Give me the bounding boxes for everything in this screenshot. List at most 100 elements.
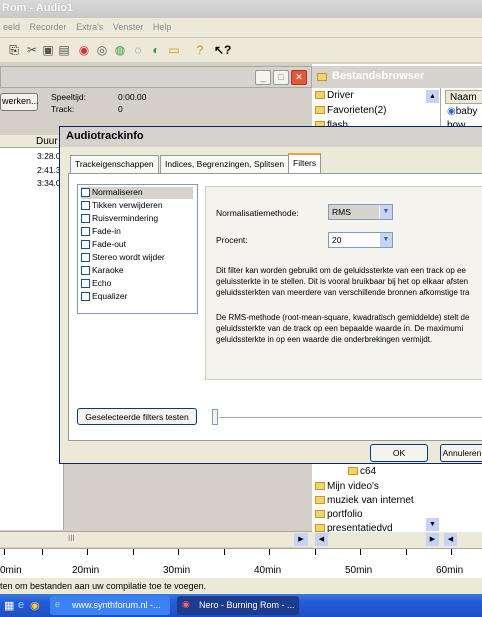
taskbar-item-browser[interactable]: e www.synthforum.nl -... (50, 596, 170, 615)
burn-icon[interactable]: ◉ (76, 42, 92, 58)
checkbox[interactable] (81, 240, 90, 249)
audio-track-info-dialog: Audiotrackinfo Trackeigenschappen Indice… (59, 126, 482, 464)
filter-item-fade-out[interactable]: Fade-out (81, 239, 126, 251)
track-value: 0 (118, 104, 123, 114)
chevron-down-icon[interactable]: ▼ (379, 233, 392, 247)
checkbox[interactable] (81, 214, 90, 223)
preview-slider[interactable] (209, 409, 482, 427)
description-line: Dit filter kan worden gebruikt om de gel… (216, 266, 466, 275)
track-duration[interactable]: 3:34.0 (37, 178, 61, 188)
toolbar: ⎘ ✂ ▣ ▤ ◉ ◎ ◍ ◌ ◐ ▭ ? ↖? (0, 38, 482, 62)
browser-icon: e (55, 599, 61, 609)
file-item[interactable]: ◉baby (447, 106, 477, 117)
context-help-icon[interactable]: ↖? (214, 42, 231, 58)
edit-button[interactable]: werken... (0, 93, 39, 111)
filter-item-equalizer[interactable]: Equalizer (81, 291, 127, 303)
description-line: geluidssterkte in op een waarde die onde… (216, 335, 433, 344)
tree-item[interactable]: c64 (348, 466, 376, 477)
checkbox[interactable] (81, 227, 90, 236)
scroll-up-icon[interactable]: ▲ (426, 90, 439, 103)
tree-item[interactable]: Favorieten(2) (315, 105, 386, 116)
slider-track (219, 417, 482, 418)
checkbox[interactable] (81, 292, 90, 301)
test-filters-button[interactable]: Geselecteerde filters testen (77, 408, 197, 425)
ok-button[interactable]: OK (370, 444, 428, 462)
filter-list: Normaliseren Tikken verwijderen Ruisverm… (77, 184, 198, 314)
menu-item-window[interactable]: Venster (110, 18, 148, 32)
disc-copy-icon[interactable]: ◌ (130, 42, 146, 58)
tab-track-properties[interactable]: Trackeigenschappen (70, 155, 159, 173)
checkbox[interactable] (81, 253, 90, 262)
scroll-down-icon[interactable]: ▼ (426, 518, 439, 531)
menu-item-view[interactable]: eeld (0, 18, 24, 32)
disc-info-icon[interactable]: ◍ (112, 42, 128, 58)
ruler-label: 20min (72, 565, 100, 576)
file-browser-title: Bestandsbrowser (332, 70, 425, 82)
filter-item-normalize[interactable]: Normaliseren (81, 187, 193, 199)
filter-item-echo[interactable]: Echo (81, 278, 111, 290)
method-select[interactable]: RMS ▼ (328, 204, 393, 220)
tree-item[interactable]: Driver (315, 90, 354, 101)
taskbar-item-nero[interactable]: ◉ Nero - Burning Rom - ... (177, 596, 299, 615)
checkbox[interactable] (81, 188, 90, 197)
filter-item-declick[interactable]: Tikken verwijderen (81, 200, 163, 212)
browser-icon[interactable]: e (18, 599, 24, 611)
tab-indices[interactable]: Indices, Begrenzingen, Splitsen (160, 155, 290, 173)
tab-filters[interactable]: Filters (288, 153, 322, 174)
minimize-icon[interactable]: _ (255, 70, 271, 85)
menu-item-help[interactable]: Help (150, 18, 176, 32)
checkbox[interactable] (81, 279, 90, 288)
percent-select[interactable]: 20 ▼ (328, 232, 393, 248)
folder-icon[interactable]: ▭ (166, 42, 182, 58)
scroll-right-icon[interactable]: ▶ (294, 533, 308, 546)
description-line: geluissterkte in te stellen. Dit is voor… (216, 277, 469, 286)
filter-item-stereo-widen[interactable]: Stereo wordt wijder (81, 252, 165, 264)
ruler-label: 60min (436, 565, 464, 576)
checkbox[interactable] (81, 201, 90, 210)
scroll-grip: III (68, 534, 75, 543)
cancel-button[interactable]: Annuleren (440, 444, 482, 462)
description-line: geluidssterkten van meerdere van verschi… (216, 288, 470, 297)
duration-column-header[interactable]: Duur (36, 136, 58, 147)
copy-icon[interactable]: ⎘ (6, 42, 22, 58)
tree-item[interactable]: muziek van internet (315, 495, 414, 506)
cut-icon[interactable]: ✂ (24, 42, 40, 58)
help-icon[interactable]: ? (192, 42, 208, 58)
menu-item-extras[interactable]: Extra's (73, 18, 107, 32)
scroll-left-icon[interactable]: ◀ (315, 533, 328, 546)
track-duration[interactable]: 3:28.0 (37, 151, 61, 161)
scroll-left-icon[interactable]: ◀ (444, 533, 457, 546)
tree-item[interactable]: Mijn video's (315, 481, 379, 492)
paste-icon[interactable]: ▣ (40, 42, 56, 58)
chevron-down-icon[interactable]: ▼ (379, 205, 392, 219)
track-duration[interactable]: 2:41.3 (37, 165, 61, 175)
menu-bar: eeld Recorder Extra's Venster Help (0, 18, 482, 38)
folder-icon (315, 510, 325, 519)
disc-icon[interactable]: ◎ (94, 42, 110, 58)
filter-item-noise-reduction[interactable]: Ruisvermindering (81, 213, 158, 225)
browser-scrollbar[interactable]: ◀ ▶ ◀ (312, 532, 482, 548)
compilation-header: _ □ ✕ (0, 66, 312, 88)
status-bar: ten om bestanden aan uw compilatie toe t… (0, 578, 482, 594)
horizontal-scrollbar[interactable]: III ▶ (0, 531, 312, 547)
tree-item[interactable]: portfolio (315, 509, 363, 520)
desktop-icon[interactable]: ▦ (4, 599, 14, 612)
close-icon[interactable]: ✕ (291, 70, 307, 85)
folder-icon (315, 482, 325, 491)
ruler-label: 50min (345, 565, 373, 576)
disc-erase-icon[interactable]: ◐ (148, 42, 164, 58)
description-line: geluidssterkte van de track op een bepaa… (216, 324, 464, 333)
media-player-icon[interactable]: ◉ (30, 599, 40, 612)
folder-icon (315, 496, 325, 505)
folder-icon (317, 71, 329, 83)
slider-thumb[interactable] (212, 409, 218, 425)
status-text: ten om bestanden aan uw compilatie toe t… (0, 581, 207, 591)
checkbox[interactable] (81, 266, 90, 275)
maximize-icon[interactable]: □ (273, 70, 289, 85)
filter-item-karaoke[interactable]: Karaoke (81, 265, 124, 277)
clipboard-icon[interactable]: ▤ (56, 42, 72, 58)
filter-item-fade-in[interactable]: Fade-in (81, 226, 121, 238)
scroll-right-icon[interactable]: ▶ (426, 533, 439, 546)
name-column-header[interactable]: Naam (445, 90, 482, 104)
menu-item-recorder[interactable]: Recorder (27, 18, 71, 32)
